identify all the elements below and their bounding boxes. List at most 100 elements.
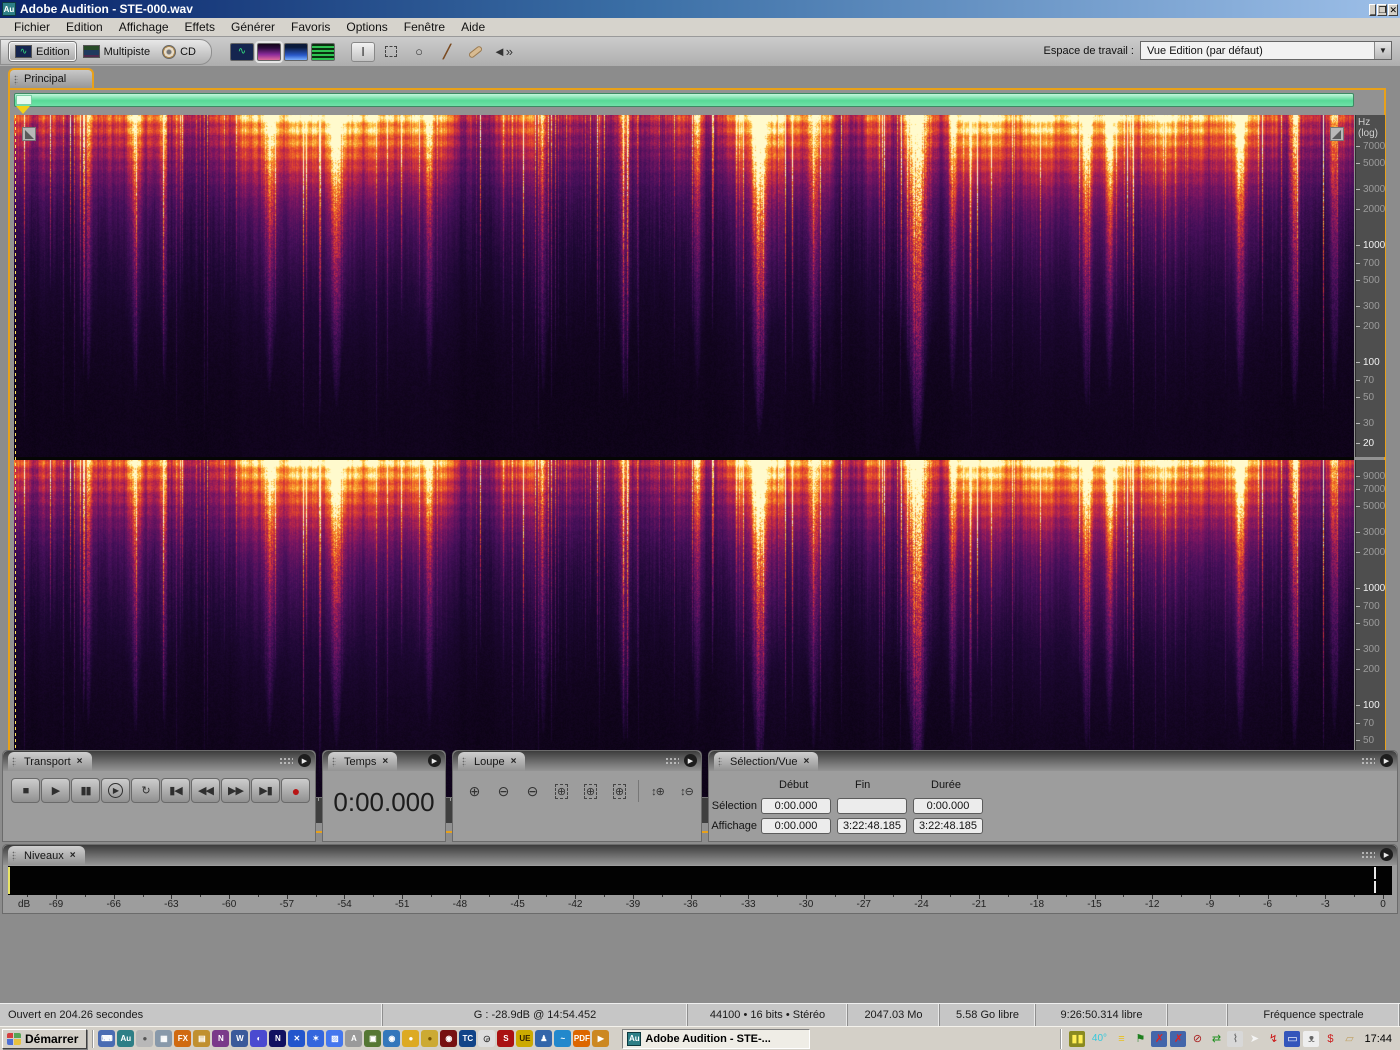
spectrogram-left-channel[interactable]	[14, 115, 1354, 457]
edition-mode-button[interactable]: ∿ Edition	[9, 42, 76, 61]
lasso-selection-tool[interactable]: ○	[407, 42, 431, 62]
tray-network-off-1-icon[interactable]: ✗	[1151, 1030, 1168, 1047]
close-icon[interactable]: ×	[511, 756, 517, 767]
tray-update-icon[interactable]: ⇄	[1208, 1031, 1224, 1047]
menu-effets[interactable]: Effets	[177, 19, 223, 35]
tray-temperature-icon[interactable]: 40°	[1088, 1031, 1110, 1047]
play-button[interactable]: ▶	[41, 778, 70, 803]
stop-button[interactable]: ■	[11, 778, 40, 803]
tray-network-off-2-icon[interactable]: ✗	[1170, 1030, 1187, 1047]
tray-mouse-2-icon[interactable]: ᴥ	[1303, 1030, 1320, 1047]
temps-panel-tab[interactable]: Temps ×	[328, 752, 398, 771]
menu-fichier[interactable]: Fichier	[6, 19, 58, 35]
tray-bars-icon[interactable]: ≡	[1113, 1031, 1129, 1047]
menu-edition[interactable]: Edition	[58, 19, 111, 35]
quicklaunch-user-icon[interactable]: ♟	[535, 1030, 553, 1047]
selvue-sélection-fin-field[interactable]	[837, 798, 907, 814]
quicklaunch-word-icon[interactable]: W	[231, 1030, 249, 1047]
play-from-cursor-button[interactable]: ▶	[101, 778, 130, 803]
time-selection-tool[interactable]: I	[351, 41, 375, 62]
quicklaunch-sun-icon[interactable]: ●	[402, 1030, 420, 1047]
panel-menu-button[interactable]: ▶	[1380, 848, 1393, 861]
tray-folder-icon[interactable]: ▱	[1341, 1031, 1357, 1047]
spectral-phase-view-button[interactable]	[311, 42, 335, 61]
quicklaunch-folder-icon[interactable]: ▤	[193, 1030, 211, 1047]
task-button-audition[interactable]: Au Adobe Audition - STE-...	[622, 1028, 811, 1049]
spectrogram-right-channel[interactable]	[14, 460, 1354, 797]
spot-healing-brush-tool[interactable]	[463, 42, 487, 62]
quicklaunch-globe-icon[interactable]: ◉	[383, 1030, 401, 1047]
selvue-affichage-fin-field[interactable]: 3:22:48.185	[837, 818, 907, 834]
quicklaunch-bird-icon[interactable]: ~	[554, 1030, 572, 1047]
selvue-sélection-durée-field[interactable]: 0:00.000	[913, 798, 983, 814]
quicklaunch-keyboard-icon[interactable]: ⌨	[98, 1030, 116, 1047]
quicklaunch-fx-icon[interactable]: FX	[174, 1030, 192, 1047]
zoom-selection-right-button[interactable]: ⊕	[606, 780, 633, 802]
quicklaunch-xnview-icon[interactable]: ✶	[307, 1030, 325, 1047]
effects-paintbrush-tool[interactable]: ╱	[435, 42, 459, 62]
close-icon[interactable]: ×	[77, 756, 83, 767]
fast-forward-button[interactable]: ▶▶	[221, 778, 250, 803]
close-icon[interactable]: ×	[382, 756, 388, 767]
selvue-sélection-début-field[interactable]: 0:00.000	[761, 798, 831, 814]
workspace-dropdown[interactable]: Vue Edition (par défaut) ▼	[1140, 41, 1392, 60]
quicklaunch-planet-icon[interactable]: ◐	[250, 1030, 268, 1047]
quicklaunch-sbp-icon[interactable]: S	[497, 1030, 515, 1047]
quicklaunch-calculator-icon[interactable]: ▦	[155, 1030, 173, 1047]
quicklaunch-acrobat-a-icon[interactable]: A	[345, 1030, 363, 1047]
frequency-ruler-bottom[interactable]: 9000 7000 5000 3000 2000 1000 700 500 300 200 100 7…	[1355, 460, 1385, 797]
tray-pause-indicator-icon[interactable]: ▮▮	[1069, 1030, 1086, 1047]
selvue-affichage-durée-field[interactable]: 3:22:48.185	[913, 818, 983, 834]
panel-menu-button[interactable]: ▶	[1380, 754, 1393, 767]
selvue-affichage-début-field[interactable]: 0:00.000	[761, 818, 831, 834]
multipiste-mode-button[interactable]: Multipiste	[78, 43, 155, 60]
waveform-view-button[interactable]: ∿	[230, 42, 254, 61]
marquee-selection-tool[interactable]	[379, 42, 403, 62]
zoom-in-horizontal-button[interactable]: ⊕	[461, 780, 488, 802]
tray-mouse-icon[interactable]: ⌇	[1227, 1030, 1244, 1047]
overview-scroll-bar[interactable]	[14, 93, 1354, 107]
playhead-marker-top-icon[interactable]	[16, 106, 30, 114]
cd-mode-button[interactable]: CD	[157, 43, 201, 61]
niveaux-tab[interactable]: Niveaux ×	[8, 846, 85, 865]
menu-affichage[interactable]: Affichage	[111, 19, 177, 35]
quicklaunch-player-icon[interactable]: ▶	[592, 1030, 610, 1047]
quicklaunch-onenote-icon[interactable]: N	[212, 1030, 230, 1047]
tray-money-icon[interactable]: $	[1322, 1031, 1338, 1047]
transport-panel-tab[interactable]: Transport ×	[8, 752, 92, 771]
zoom-out-full-button[interactable]: ⊖	[519, 780, 546, 802]
start-button[interactable]: Démarrer	[2, 1028, 88, 1049]
minimize-button[interactable]: _	[1369, 4, 1377, 16]
close-icon[interactable]: ×	[70, 850, 76, 861]
quicklaunch-pdf-icon[interactable]: PDF	[573, 1030, 591, 1047]
menu-options[interactable]: Options	[338, 19, 395, 35]
record-button[interactable]: ●	[281, 778, 310, 803]
tray-pointer-icon[interactable]: ➤	[1246, 1031, 1262, 1047]
menu-aide[interactable]: Aide	[453, 19, 493, 35]
quicklaunch-eye-icon[interactable]: ◉	[440, 1030, 458, 1047]
frequency-ruler-top[interactable]: Hz (log) 7000 5000 3000 2000 1000 700 500 300 20…	[1355, 115, 1385, 457]
quicklaunch-tc-icon[interactable]: TC	[459, 1030, 477, 1047]
quicklaunch-ticket-icon[interactable]: ▨	[326, 1030, 344, 1047]
rewind-button[interactable]: ◀◀	[191, 778, 220, 803]
tray-power-icon[interactable]: ↯	[1265, 1031, 1281, 1047]
zoom-out-horizontal-button[interactable]: ⊖	[490, 780, 517, 802]
zoom-selection-left-button[interactable]: ⊕	[577, 780, 604, 802]
quicklaunch-sphere-icon[interactable]: ●	[136, 1030, 154, 1047]
go-to-end-button[interactable]: ▶▮	[251, 778, 280, 803]
loupe-panel-tab[interactable]: Loupe ×	[458, 752, 526, 771]
zoom-out-vertical-button[interactable]: ↕⊖	[673, 780, 700, 802]
panel-menu-button[interactable]: ▶	[298, 754, 311, 767]
quicklaunch-media-icon[interactable]: ▣	[364, 1030, 382, 1047]
quicklaunch-tool-icon[interactable]: ✕	[288, 1030, 306, 1047]
quicklaunch-clock-icon[interactable]: ◶	[478, 1030, 496, 1047]
tab-principal[interactable]: Principal	[8, 68, 94, 88]
quicklaunch-netscape-icon[interactable]: N	[269, 1030, 287, 1047]
quicklaunch-audition-icon[interactable]: Au	[117, 1030, 135, 1047]
panel-menu-button[interactable]: ▶	[428, 754, 441, 767]
quicklaunch-ball-icon[interactable]: ●	[421, 1030, 439, 1047]
spectral-frequency-view-button[interactable]	[255, 40, 283, 63]
tray-blocked-icon[interactable]: ⊘	[1189, 1031, 1205, 1047]
zoom-to-selection-button[interactable]: ⊕	[548, 780, 575, 802]
chevron-down-icon[interactable]: ▼	[1374, 42, 1391, 59]
